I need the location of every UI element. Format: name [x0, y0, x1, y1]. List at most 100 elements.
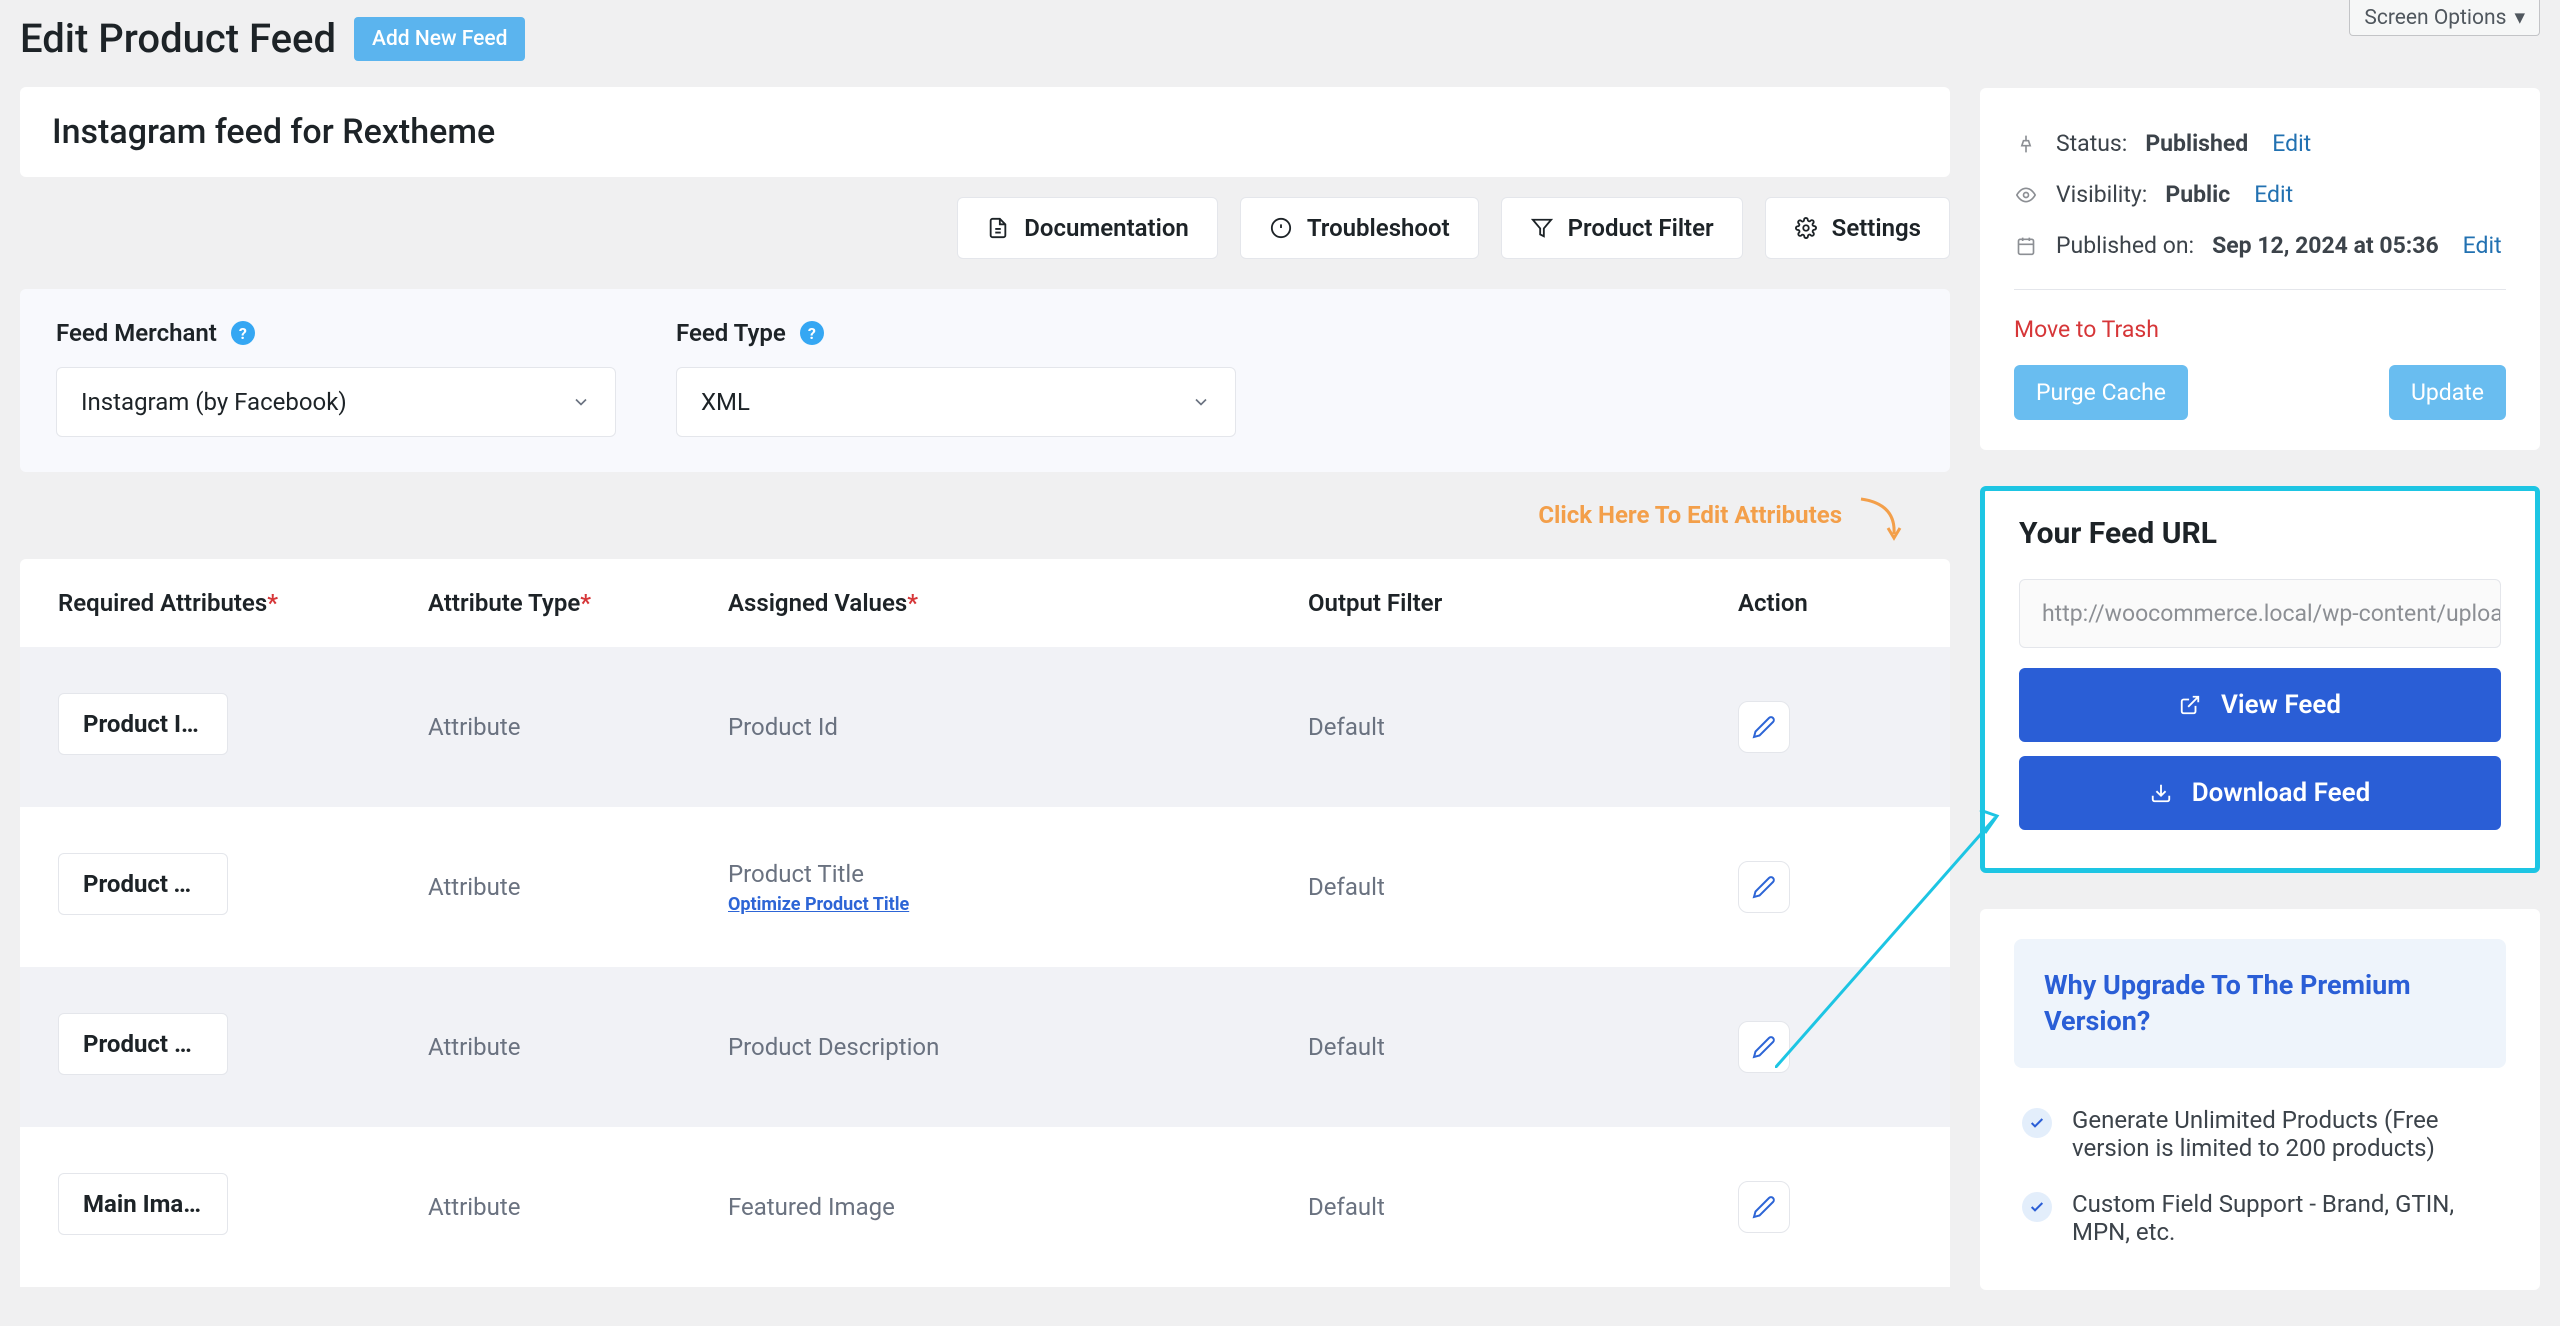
document-icon: [986, 216, 1010, 240]
add-new-feed-button[interactable]: Add New Feed: [354, 17, 525, 61]
divider: [2014, 289, 2506, 290]
feed-type-select[interactable]: XML: [676, 367, 1236, 437]
th-assigned: Assigned Values: [728, 589, 907, 617]
feed-url-box: Your Feed URL http://woocommerce.local/w…: [1980, 486, 2540, 873]
chevron-down-icon: ▾: [2514, 5, 2525, 30]
curved-arrow-icon: [1856, 494, 1906, 544]
status-value: Published: [2145, 130, 2248, 157]
attribute-type: Attribute: [428, 713, 728, 741]
download-feed-button[interactable]: Download Feed: [2019, 756, 2501, 830]
feed-merchant-select[interactable]: Instagram (by Facebook): [56, 367, 616, 437]
attribute-type: Attribute: [428, 1033, 728, 1061]
status-label: Status:: [2056, 130, 2127, 157]
chevron-down-icon: [1191, 392, 1211, 412]
output-filter: Default: [1308, 1193, 1738, 1221]
th-required: Required Attributes: [58, 589, 267, 617]
feed-type-value: XML: [701, 388, 750, 416]
chevron-down-icon: [571, 392, 591, 412]
published-value: Sep 12, 2024 at 05:36: [2212, 232, 2439, 259]
move-to-trash-link[interactable]: Move to Trash: [2014, 316, 2159, 343]
required-star: *: [580, 589, 591, 617]
visibility-value: Public: [2165, 181, 2230, 208]
assigned-value: Product Id: [728, 713, 1308, 741]
annotation-arrow-icon: [1775, 808, 2005, 1068]
documentation-label: Documentation: [1024, 214, 1189, 242]
benefit-text: Generate Unlimited Products (Free versio…: [2072, 1106, 2498, 1162]
feed-merchant-value: Instagram (by Facebook): [81, 388, 347, 416]
th-output: Output Filter: [1308, 589, 1738, 617]
purge-cache-button[interactable]: Purge Cache: [2014, 365, 2188, 420]
table-row: Product Id [id] Attribute Product Id Def…: [20, 647, 1950, 807]
output-filter: Default: [1308, 713, 1738, 741]
attribute-tag: Main Image […: [58, 1173, 228, 1235]
check-icon: [2022, 1108, 2052, 1138]
table-row: Main Image [… Attribute Featured Image D…: [20, 1127, 1950, 1287]
publish-box: Status: Published Edit Visibility: Publi…: [1980, 88, 2540, 450]
upgrade-box: Why Upgrade To The Premium Version? Gene…: [1980, 909, 2540, 1290]
calendar-icon: [2014, 236, 2038, 256]
check-icon: [2022, 1192, 2052, 1222]
alert-icon: [1269, 216, 1293, 240]
page-title: Edit Product Feed: [20, 15, 336, 62]
feed-title-card: [20, 87, 1950, 177]
attribute-tag: Product Title …: [58, 853, 228, 915]
feed-title-input[interactable]: [52, 112, 1918, 152]
assigned-value: Featured Image: [728, 1193, 1308, 1221]
troubleshoot-button[interactable]: Troubleshoot: [1240, 197, 1479, 259]
view-feed-button[interactable]: View Feed: [2019, 668, 2501, 742]
list-item: Generate Unlimited Products (Free versio…: [2014, 1092, 2506, 1176]
optimize-product-title-link[interactable]: Optimize Product Title: [728, 894, 1308, 915]
gear-icon: [1794, 216, 1818, 240]
filter-icon: [1530, 216, 1554, 240]
required-star: *: [267, 589, 278, 617]
eye-icon: [2014, 185, 2038, 205]
attribute-tag: Product Id [id]: [58, 693, 228, 755]
th-action: Action: [1738, 589, 1958, 617]
screen-options-label: Screen Options: [2364, 6, 2506, 30]
edit-status-link[interactable]: Edit: [2272, 130, 2311, 157]
external-link-icon: [2179, 694, 2201, 716]
documentation-button[interactable]: Documentation: [957, 197, 1218, 259]
attribute-tag: Product Desc…: [58, 1013, 228, 1075]
pin-icon: [2014, 134, 2038, 154]
benefit-text: Custom Field Support - Brand, GTIN, MPN,…: [2072, 1190, 2498, 1246]
attributes-table: Required Attributes* Attribute Type* Ass…: [20, 559, 1950, 1287]
output-filter: Default: [1308, 1033, 1738, 1061]
help-icon[interactable]: ?: [800, 321, 824, 345]
settings-label: Settings: [1832, 214, 1921, 242]
help-icon[interactable]: ?: [231, 321, 255, 345]
product-filter-label: Product Filter: [1568, 214, 1714, 242]
edit-attributes-label: Click Here To Edit Attributes: [1538, 501, 1842, 529]
troubleshoot-label: Troubleshoot: [1307, 214, 1450, 242]
required-star: *: [907, 589, 918, 617]
settings-button[interactable]: Settings: [1765, 197, 1950, 259]
th-type: Attribute Type: [428, 589, 580, 617]
assigned-value: Product Description: [728, 1033, 1308, 1061]
attribute-type: Attribute: [428, 873, 728, 901]
edit-row-button[interactable]: [1738, 701, 1790, 753]
table-row: Product Title … Attribute Product Title …: [20, 807, 1950, 967]
list-item: Custom Field Support - Brand, GTIN, MPN,…: [2014, 1176, 2506, 1260]
update-button[interactable]: Update: [2389, 365, 2506, 420]
visibility-label: Visibility:: [2056, 181, 2147, 208]
feed-type-label: Feed Type: [676, 319, 786, 347]
product-filter-button[interactable]: Product Filter: [1501, 197, 1743, 259]
attribute-type: Attribute: [428, 1193, 728, 1221]
download-icon: [2150, 782, 2172, 804]
table-row: Product Desc… Attribute Product Descript…: [20, 967, 1950, 1127]
view-feed-label: View Feed: [2221, 690, 2341, 720]
edit-visibility-link[interactable]: Edit: [2254, 181, 2293, 208]
published-label: Published on:: [2056, 232, 2194, 259]
edit-row-button[interactable]: [1738, 1181, 1790, 1233]
download-feed-label: Download Feed: [2192, 778, 2371, 808]
feed-url-title: Your Feed URL: [2019, 516, 2501, 551]
edit-attributes-link[interactable]: Click Here To Edit Attributes: [1538, 501, 1848, 529]
feed-merchant-label: Feed Merchant: [56, 319, 217, 347]
output-filter: Default: [1308, 873, 1738, 901]
upgrade-title: Why Upgrade To The Premium Version?: [2044, 967, 2476, 1040]
assigned-value: Product Title: [728, 860, 864, 888]
feed-url-input[interactable]: http://woocommerce.local/wp-content/uplo…: [2019, 579, 2501, 648]
screen-options-button[interactable]: Screen Options ▾: [2349, 0, 2540, 36]
edit-published-link[interactable]: Edit: [2463, 232, 2502, 259]
merchant-card: Feed Merchant ? Instagram (by Facebook) …: [20, 289, 1950, 472]
